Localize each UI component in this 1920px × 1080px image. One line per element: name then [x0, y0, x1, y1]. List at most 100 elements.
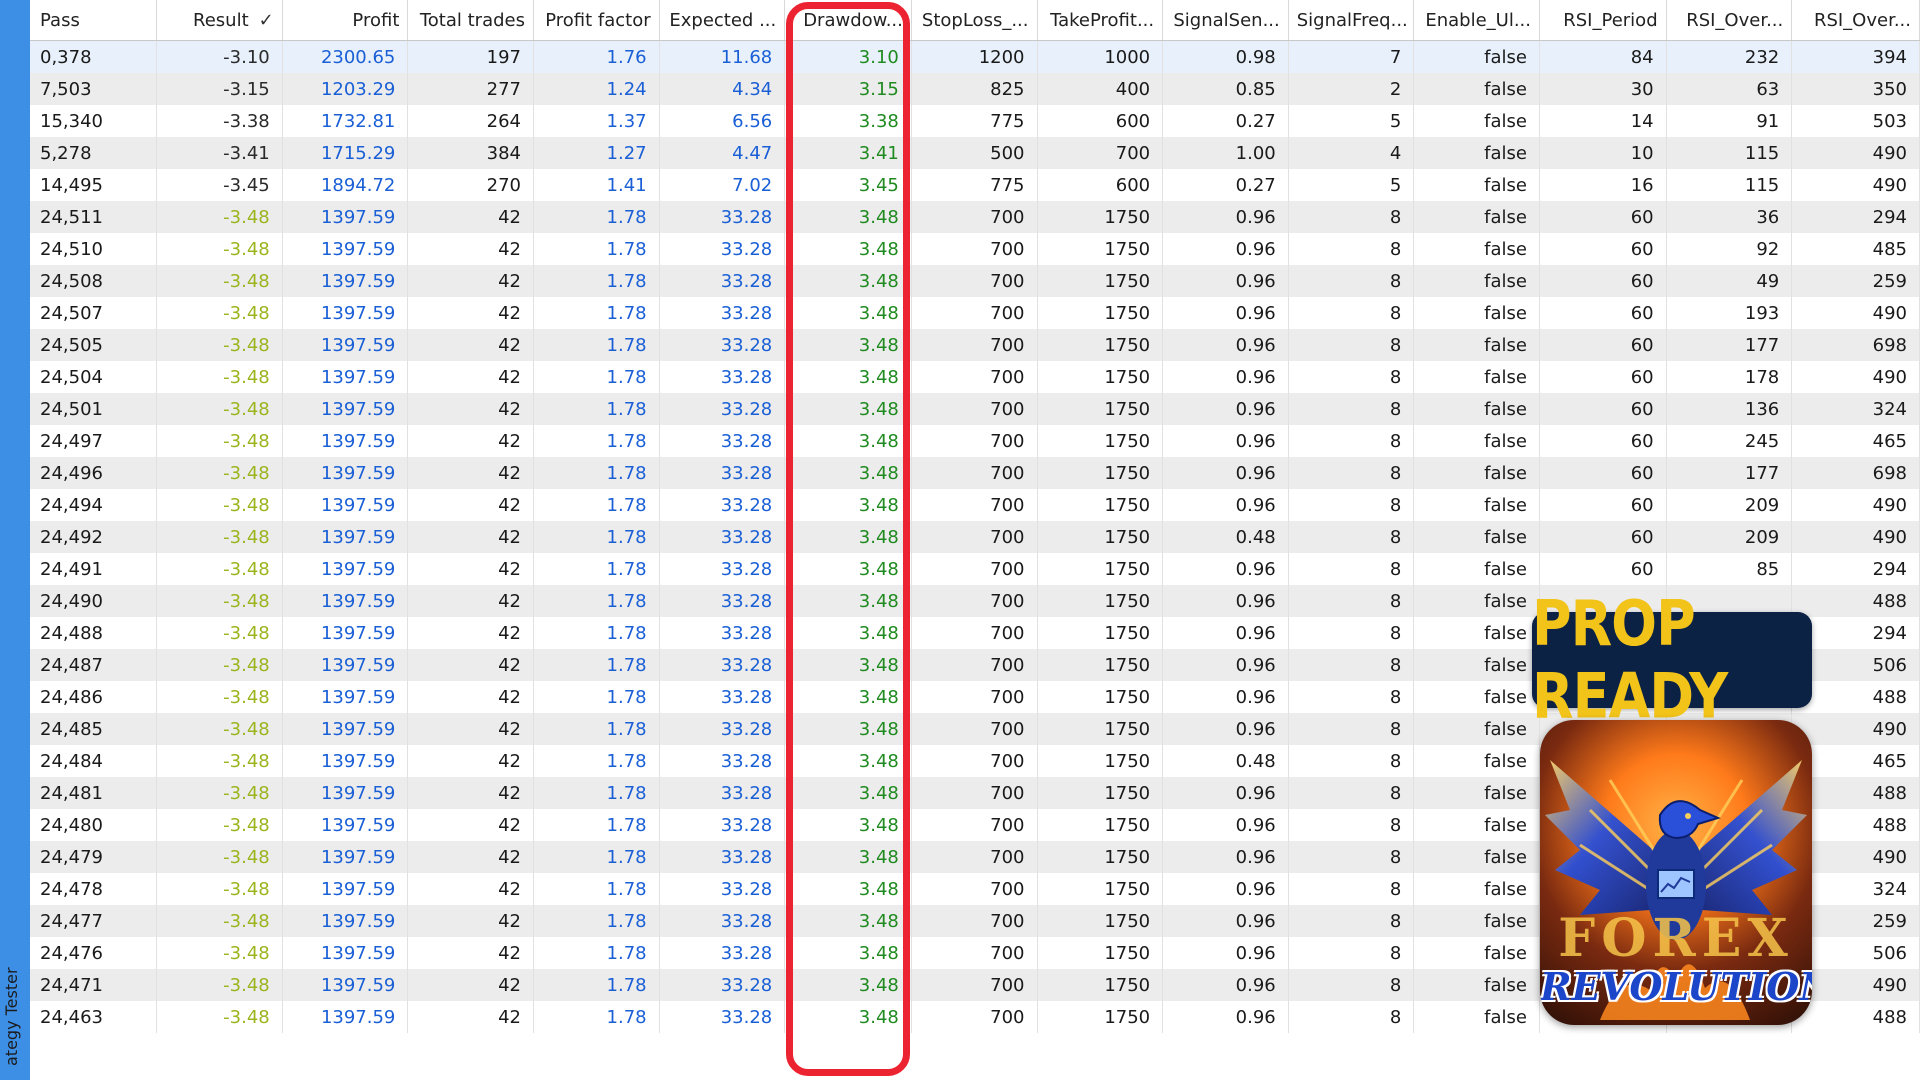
- table-row[interactable]: 24,497 -3.48 1397.59 42 1.78 33.28 3.48 700 1750…: [30, 425, 1920, 457]
- cell-enable-ul: false: [1413, 489, 1540, 521]
- table-row[interactable]: 5,278 -3.41 1715.29 384 1.27 4.47 3.41 500 700 1.…: [30, 137, 1920, 169]
- cell-drawdown: 3.41: [784, 137, 912, 169]
- column-header-rsi-over-2[interactable]: RSI_Over...: [1791, 0, 1920, 41]
- column-header-result[interactable]: Result ✓: [156, 0, 283, 41]
- cell-signal-sensitivity: 0.96: [1162, 681, 1289, 713]
- cell-profit-factor: 1.78: [533, 393, 660, 425]
- cell-pass: 24,479: [30, 841, 158, 873]
- column-header-takeprofit[interactable]: TakeProfit...: [1037, 0, 1164, 41]
- cell-signal-sensitivity: 0.96: [1162, 713, 1289, 745]
- cell-rsi-period: 60: [1539, 489, 1667, 521]
- column-header-pass[interactable]: Pass: [30, 0, 158, 41]
- cell-profit-factor: 1.78: [533, 585, 660, 617]
- cell-profit: 1397.59: [282, 297, 409, 329]
- cell-enable-ul: false: [1413, 521, 1540, 553]
- cell-expected-payoff: 33.28: [659, 969, 786, 1001]
- table-row[interactable]: 24,504 -3.48 1397.59 42 1.78 33.28 3.48 700 1750…: [30, 361, 1920, 393]
- table-row[interactable]: 24,510 -3.48 1397.59 42 1.78 33.28 3.48 700 1750…: [30, 233, 1920, 265]
- cell-total-trades: 42: [407, 585, 534, 617]
- column-header-rsi-period[interactable]: RSI_Period: [1539, 0, 1667, 41]
- cell-total-trades: 42: [407, 265, 534, 297]
- column-header-label: Profit factor: [545, 9, 651, 31]
- cell-rsi-over-1: 245: [1666, 425, 1793, 457]
- cell-total-trades: 42: [407, 489, 534, 521]
- table-row[interactable]: 24,492 -3.48 1397.59 42 1.78 33.28 3.48 700 1750…: [30, 521, 1920, 553]
- cell-enable-ul: false: [1413, 425, 1540, 457]
- cell-drawdown: 3.48: [784, 265, 912, 297]
- cell-takeprofit: 1750: [1037, 713, 1164, 745]
- cell-pass: 24,486: [30, 681, 158, 713]
- cell-stoploss: 700: [911, 809, 1038, 841]
- cell-profit-factor: 1.76: [533, 40, 660, 73]
- cell-rsi-over-2: 490: [1791, 489, 1920, 521]
- cell-stoploss: 700: [911, 457, 1038, 489]
- cell-stoploss: 700: [911, 617, 1038, 649]
- table-row[interactable]: 24,511 -3.48 1397.59 42 1.78 33.28 3.48 700 1750…: [30, 201, 1920, 233]
- cell-pass: 24,478: [30, 873, 158, 905]
- cell-stoploss: 825: [911, 73, 1038, 105]
- cell-rsi-over-2: 259: [1791, 265, 1920, 297]
- cell-takeprofit: 1750: [1037, 457, 1164, 489]
- column-header-signal-frequency[interactable]: SignalFreq...: [1288, 0, 1415, 41]
- table-row[interactable]: 24,494 -3.48 1397.59 42 1.78 33.28 3.48 700 1750…: [30, 489, 1920, 521]
- cell-total-trades: 42: [407, 201, 534, 233]
- table-row[interactable]: 24,491 -3.48 1397.59 42 1.78 33.28 3.48 700 1750…: [30, 553, 1920, 585]
- cell-takeprofit: 1750: [1037, 329, 1164, 361]
- cell-enable-ul: false: [1413, 777, 1540, 809]
- cell-signal-sensitivity: 0.96: [1162, 489, 1289, 521]
- cell-expected-payoff: 33.28: [659, 617, 786, 649]
- cell-profit: 1397.59: [282, 585, 409, 617]
- table-row[interactable]: 24,508 -3.48 1397.59 42 1.78 33.28 3.48 700 1750…: [30, 265, 1920, 297]
- column-header-signal-sensitivity[interactable]: SignalSen...: [1162, 0, 1289, 41]
- cell-expected-payoff: 33.28: [659, 841, 786, 873]
- cell-enable-ul: false: [1413, 201, 1540, 233]
- cell-signal-frequency: 8: [1288, 809, 1415, 841]
- column-header-drawdown[interactable]: Drawdow...: [784, 0, 912, 41]
- cell-stoploss: 700: [911, 233, 1038, 265]
- cell-enable-ul: false: [1413, 649, 1540, 681]
- table-row[interactable]: 14,495 -3.45 1894.72 270 1.41 7.02 3.45 775 600 0…: [30, 169, 1920, 201]
- cell-rsi-over-2: 490: [1791, 297, 1920, 329]
- column-header-expected-payoff[interactable]: Expected ...: [659, 0, 786, 41]
- cell-rsi-over-1: 115: [1666, 137, 1793, 169]
- table-row[interactable]: 24,505 -3.48 1397.59 42 1.78 33.28 3.48 700 1750…: [30, 329, 1920, 361]
- cell-takeprofit: 1750: [1037, 777, 1164, 809]
- cell-expected-payoff: 7.02: [659, 169, 786, 201]
- column-header-stoploss[interactable]: StopLoss_...: [911, 0, 1038, 41]
- column-header-profit-factor[interactable]: Profit factor: [533, 0, 660, 41]
- column-header-rsi-over-1[interactable]: RSI_Over...: [1666, 0, 1793, 41]
- table-row[interactable]: 24,507 -3.48 1397.59 42 1.78 33.28 3.48 700 1750…: [30, 297, 1920, 329]
- cell-total-trades: 42: [407, 553, 534, 585]
- cell-total-trades: 42: [407, 745, 534, 777]
- table-row[interactable]: 24,496 -3.48 1397.59 42 1.78 33.28 3.48 700 1750…: [30, 457, 1920, 489]
- cell-total-trades: 42: [407, 297, 534, 329]
- table-row[interactable]: 0,378 -3.10 2300.65 197 1.76 11.68 3.10 1200 100…: [30, 40, 1920, 73]
- prop-ready-text: PROP READY: [1532, 587, 1728, 733]
- cell-rsi-over-1: 136: [1666, 393, 1793, 425]
- cell-takeprofit: 1750: [1037, 201, 1164, 233]
- cell-signal-sensitivity: 0.96: [1162, 425, 1289, 457]
- cell-enable-ul: false: [1413, 73, 1540, 105]
- sidebar-label[interactable]: ategy Tester: [2, 962, 28, 1072]
- cell-takeprofit: 400: [1037, 73, 1164, 105]
- cell-rsi-period: 60: [1539, 361, 1667, 393]
- cell-signal-frequency: 8: [1288, 585, 1415, 617]
- column-header-enable-ul[interactable]: Enable_Ul...: [1413, 0, 1540, 41]
- column-header-profit[interactable]: Profit: [282, 0, 409, 41]
- table-row[interactable]: 7,503 -3.15 1203.29 277 1.24 4.34 3.15 825 400 0.…: [30, 73, 1920, 105]
- cell-stoploss: 700: [911, 585, 1038, 617]
- cell-drawdown: 3.48: [784, 297, 912, 329]
- cell-stoploss: 700: [911, 873, 1038, 905]
- cell-profit-factor: 1.24: [533, 73, 660, 105]
- table-row[interactable]: 15,340 -3.38 1732.81 264 1.37 6.56 3.38 775 600 0…: [30, 105, 1920, 137]
- table-row[interactable]: 24,501 -3.48 1397.59 42 1.78 33.28 3.48 700 1750…: [30, 393, 1920, 425]
- cell-result: -3.48: [156, 713, 283, 745]
- cell-drawdown: 3.48: [784, 937, 912, 969]
- cell-total-trades: 270: [407, 169, 534, 201]
- cell-signal-frequency: 8: [1288, 297, 1415, 329]
- cell-expected-payoff: 33.28: [659, 329, 786, 361]
- cell-drawdown: 3.48: [784, 201, 912, 233]
- column-header-total-trades[interactable]: Total trades: [407, 0, 534, 41]
- cell-pass: 24,481: [30, 777, 158, 809]
- cell-profit-factor: 1.78: [533, 329, 660, 361]
